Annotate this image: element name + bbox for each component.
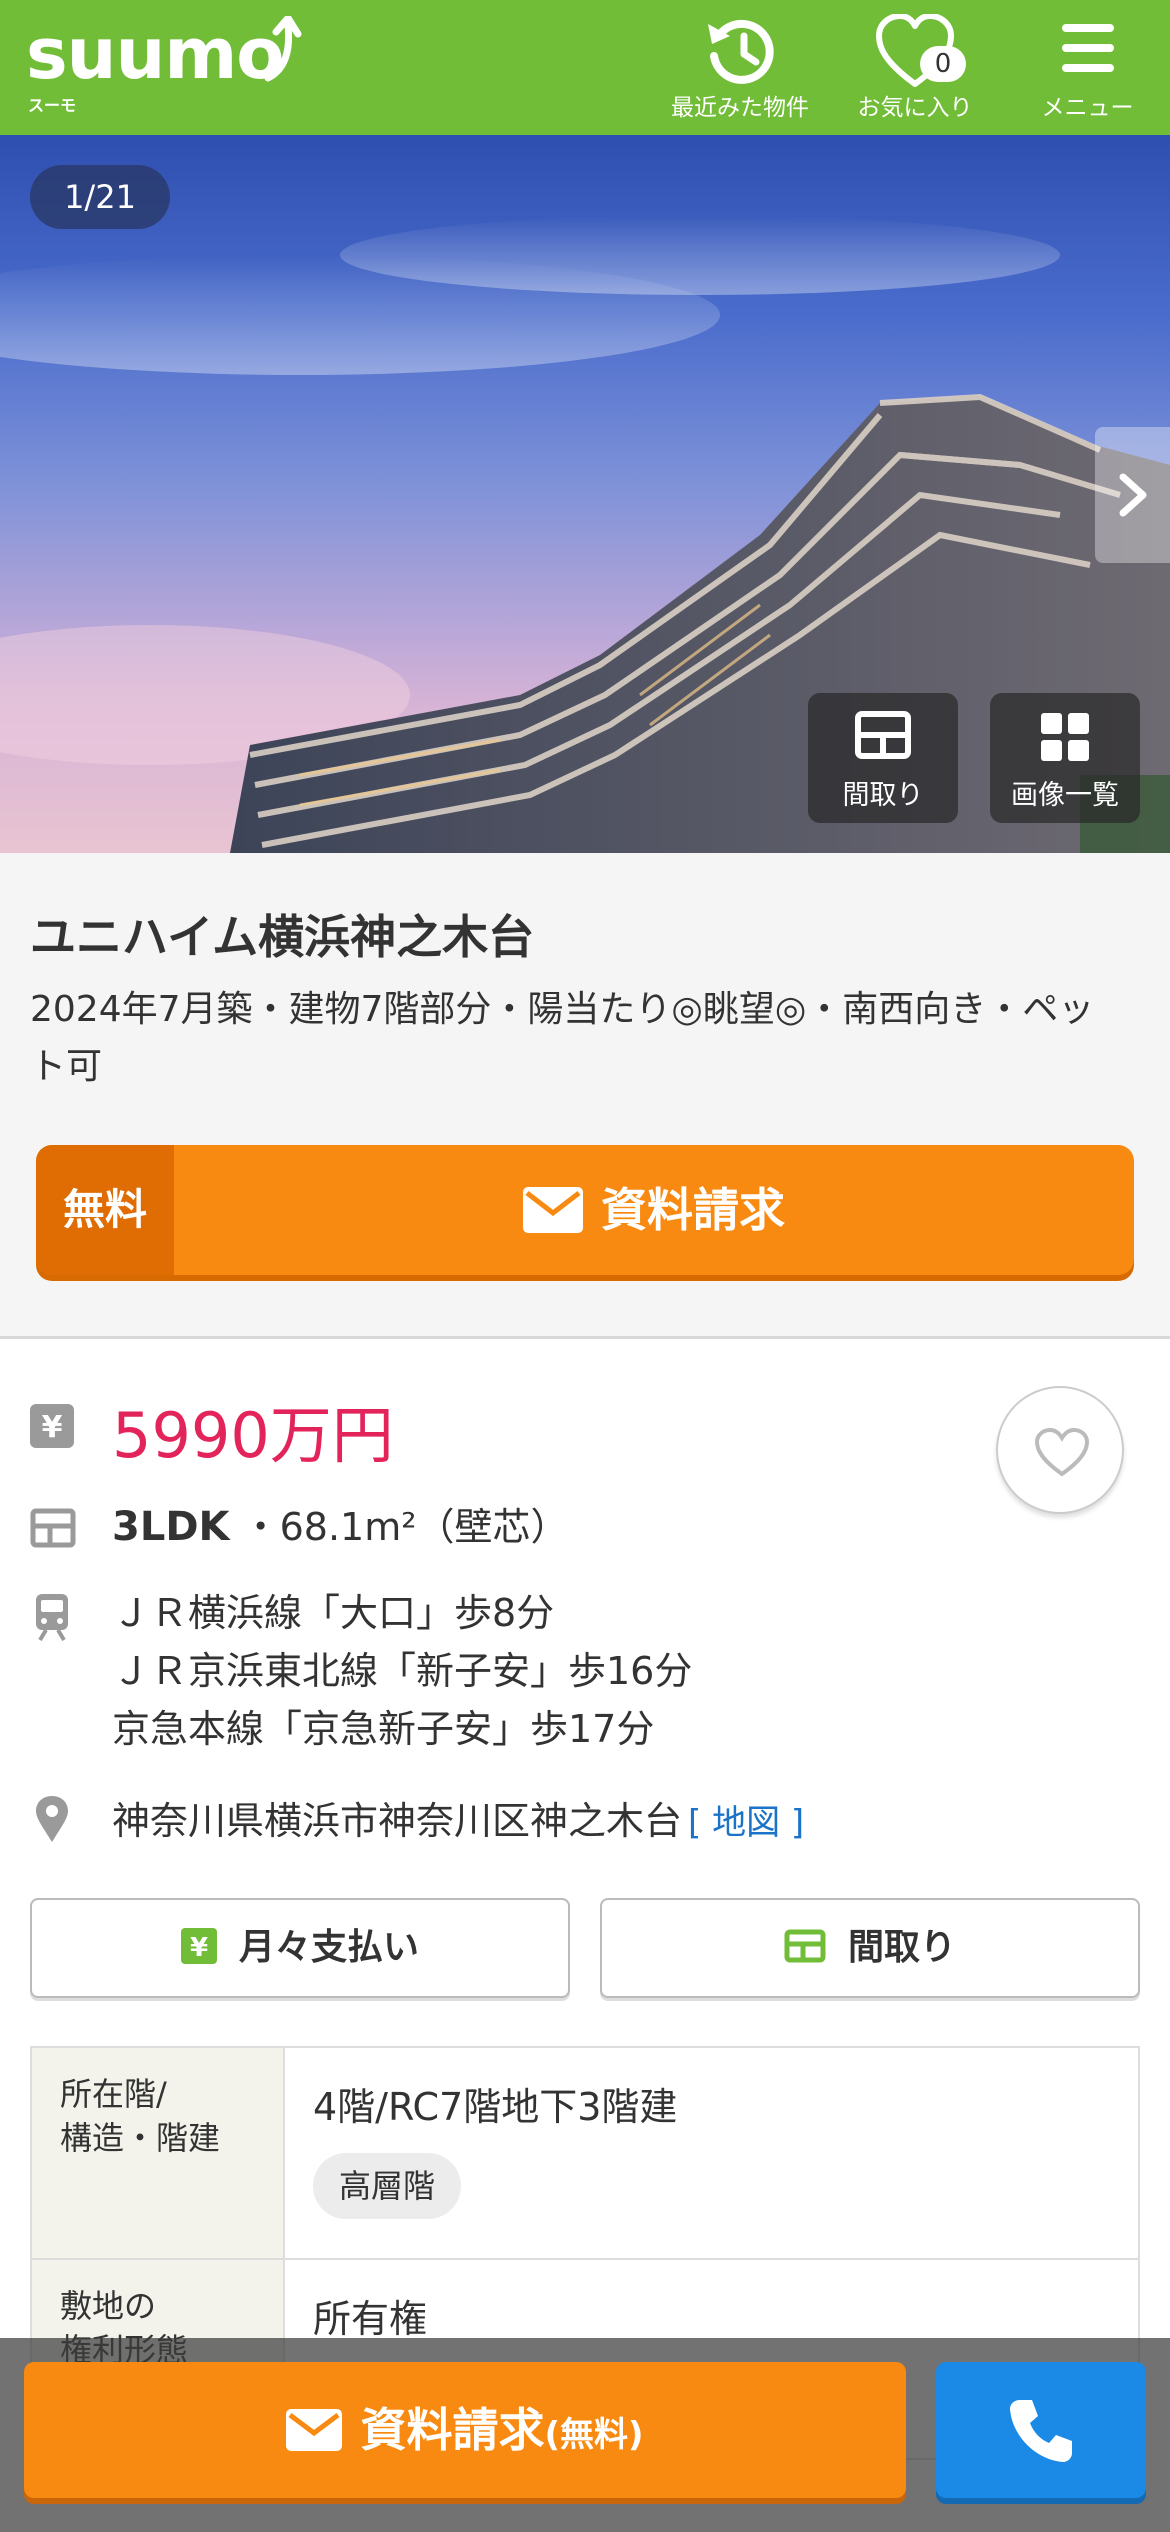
train-icon — [36, 1594, 68, 1642]
menu-button[interactable]: メニュー — [1020, 10, 1155, 125]
favorites-label: お気に入り — [857, 95, 973, 121]
yen-icon: ¥ — [30, 1404, 74, 1448]
price: 5990万円 — [112, 1399, 394, 1472]
address-text: 神奈川県横浜市神奈川区神之木台 — [112, 1799, 683, 1843]
phone-call-button[interactable] — [936, 2362, 1146, 2498]
logo-arrow-icon — [264, 16, 302, 82]
access-line-1: ＪＲ横浜線「大口」歩8分 — [112, 1591, 555, 1635]
spec-value-floor: 4階/RC7階地下3階建 高層階 — [283, 2046, 1140, 2260]
favorites-count-badge: 0 — [920, 46, 966, 82]
history-clock-icon — [708, 19, 774, 84]
location-pin-icon — [36, 1796, 68, 1842]
grid-icon — [1041, 713, 1089, 761]
property-description: 2024年7月築・建物7階部分・陽当たり◎眺望◎・南西向き・ペット可 — [30, 989, 1095, 1087]
property-title-section: ユニハイム横浜神之木台 2024年7月築・建物7階部分・陽当たり◎眺望◎・南西向… — [0, 853, 1170, 1339]
phone-icon — [1010, 2400, 1072, 2462]
svg-text:¥: ¥ — [190, 1933, 208, 1963]
floorplan-gray-icon — [30, 1508, 76, 1548]
app-header: suumo スーモ 最近みた物件 0 お気に入り メニュー — [0, 0, 1170, 135]
image-list-label: 画像一覧 — [1011, 780, 1119, 811]
floor-structure-value: 4階/RC7階地下3階建 — [313, 2085, 678, 2129]
station-access-list: ＪＲ横浜線「大口」歩8分 ＪＲ京浜東北線「新子安」歩16分 京急本線「京急新子安… — [112, 1584, 692, 1758]
property-photo-carousel[interactable]: 1/21 間取り 画像一覧 — [0, 135, 1170, 853]
recent-viewed-button[interactable]: 最近みた物件 — [660, 10, 820, 125]
map-link[interactable]: [ 地図 ] — [688, 1803, 804, 1843]
layout-area: 3LDK ・68.1m²（壁芯） — [112, 1496, 569, 1551]
mail-icon — [523, 1186, 583, 1233]
monthly-payment-button[interactable]: ¥ 月々支払い — [30, 1898, 570, 1998]
photo-counter: 1/21 — [30, 165, 170, 229]
chevron-right-icon — [1119, 473, 1147, 517]
add-favorite-button[interactable] — [996, 1386, 1124, 1514]
request-info-button[interactable]: 無料 資料請求 — [36, 1145, 1134, 1275]
menu-label: メニュー — [1041, 95, 1134, 121]
table-row: 所在階/構造・階建 4階/RC7階地下3階建 高層階 — [30, 2046, 1140, 2260]
high-floor-badge: 高層階 — [313, 2153, 462, 2219]
spec-key-floor: 所在階/構造・階建 — [30, 2046, 285, 2260]
favorites-button[interactable]: 0 お気に入り — [840, 10, 990, 125]
svg-text:¥: ¥ — [42, 1410, 63, 1445]
request-info-main: 資料請求 — [174, 1145, 1134, 1275]
suumo-logo[interactable]: suumo スーモ — [26, 13, 306, 115]
heart-outline-icon — [1034, 1428, 1090, 1477]
request-info-label: 資料請求 — [601, 1183, 785, 1237]
access-line-3: 京急本線「京急新子安」歩17分 — [112, 1707, 655, 1751]
yen-green-icon: ¥ — [180, 1928, 217, 1964]
next-photo-button[interactable] — [1095, 427, 1170, 563]
image-list-button[interactable]: 画像一覧 — [990, 693, 1140, 823]
floorplan-green-icon — [784, 1929, 826, 1963]
property-name: ユニハイム横浜神之木台 — [30, 910, 535, 964]
floorplan-icon — [855, 711, 911, 759]
floor-area: ・68.1m²（壁芯） — [241, 1505, 569, 1549]
bottom-request-label: 資料請求 — [360, 2403, 545, 2457]
layout-type: 3LDK — [112, 1504, 230, 1550]
hamburger-menu-icon — [1061, 24, 1114, 72]
bottom-action-bar: 資料請求(無料) — [0, 2338, 1170, 2532]
free-tag: 無料 — [36, 1145, 174, 1275]
floorplan-view-button[interactable]: 間取り — [808, 693, 958, 823]
access-line-2: ＪＲ京浜東北線「新子安」歩16分 — [112, 1649, 693, 1693]
logo-subtext: スーモ — [28, 96, 77, 115]
logo-text: suumo — [26, 13, 284, 95]
monthly-payment-label: 月々支払い — [238, 1927, 419, 1968]
floorplan-button[interactable]: 間取り — [600, 1898, 1140, 1998]
recent-viewed-label: 最近みた物件 — [671, 95, 809, 121]
bottom-request-free: (無料) — [544, 2415, 644, 2455]
bottom-request-info-button[interactable]: 資料請求(無料) — [24, 2362, 906, 2498]
address: 神奈川県横浜市神奈川区神之木台[ 地図 ] — [112, 1790, 804, 1845]
floorplan-button-label: 間取り — [847, 1927, 956, 1968]
floorplan-view-label: 間取り — [842, 780, 924, 811]
mail-icon — [286, 2408, 343, 2451]
